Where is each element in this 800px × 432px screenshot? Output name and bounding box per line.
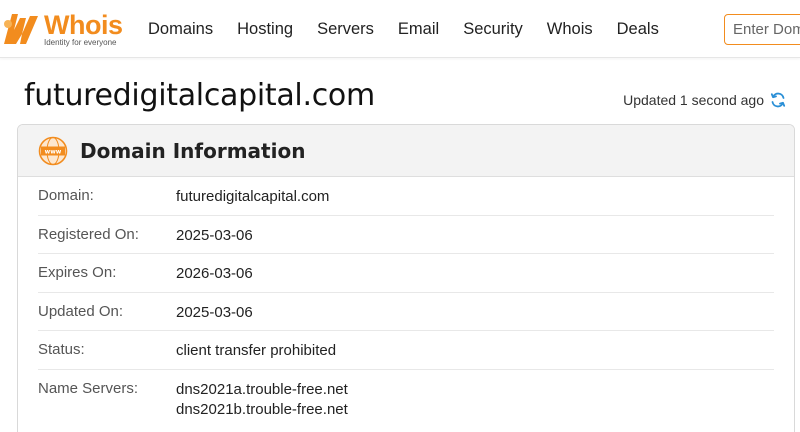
nav-domains[interactable]: Domains <box>148 20 213 39</box>
logo-tagline: Identity for everyone <box>44 38 117 47</box>
nav-security[interactable]: Security <box>463 20 523 39</box>
page-title: futuredigitalcapital.com <box>24 78 375 113</box>
row-label: Domain: <box>38 187 94 204</box>
row-value: futuredigitalcapital.com <box>176 188 330 205</box>
table-row: Expires On: 2026-03-06 <box>38 254 774 293</box>
nav-servers[interactable]: Servers <box>317 20 374 39</box>
whois-logo[interactable]: Whois Identity for everyone <box>0 8 130 50</box>
row-label: Registered On: <box>38 225 139 243</box>
nav-deals[interactable]: Deals <box>617 20 659 39</box>
table-row: Domain: futuredigitalcapital.com <box>38 177 774 216</box>
table-row: Updated On: 2025-03-06 <box>38 293 774 331</box>
main-nav: Domains Hosting Servers Email Security W… <box>136 0 671 58</box>
row-value: 2025-03-06 <box>176 303 253 321</box>
name-servers-list: dns2021a.trouble-free.net dns2021b.troub… <box>176 380 348 420</box>
whois-logo-icon <box>4 14 38 44</box>
nav-email[interactable]: Email <box>398 20 439 39</box>
nav-whois[interactable]: Whois <box>547 20 593 39</box>
logo-wordmark: Whois <box>44 10 123 40</box>
row-value: 2025-03-06 <box>176 226 253 244</box>
site-header: Whois Identity for everyone Domains Host… <box>0 0 800 58</box>
table-row: Status: client transfer prohibited <box>38 331 774 370</box>
domain-info-title: Domain Information <box>80 138 306 163</box>
nav-hosting[interactable]: Hosting <box>237 20 293 39</box>
name-server-link[interactable]: dns2021b.trouble-free.net <box>176 400 348 420</box>
table-row: Registered On: 2025-03-06 <box>38 216 774 254</box>
name-server-link[interactable]: dns2021a.trouble-free.net <box>176 380 348 400</box>
svg-text:www: www <box>45 148 62 155</box>
row-label: Expires On: <box>38 264 117 281</box>
www-globe-icon: www <box>38 136 68 165</box>
domain-info-table: Domain: futuredigitalcapital.com Registe… <box>18 177 794 420</box>
table-row: Name Servers: dns2021a.trouble-free.net … <box>38 370 774 420</box>
row-label: Name Servers: <box>38 379 139 397</box>
updated-status: Updated 1 second ago <box>623 92 786 108</box>
row-value: client transfer prohibited <box>176 342 337 359</box>
updated-text: Updated 1 second ago <box>623 92 764 108</box>
search-input[interactable] <box>724 14 800 45</box>
row-label: Updated On: <box>38 302 124 320</box>
domain-info-header: www Domain Information <box>18 125 794 177</box>
domain-info-card: www Domain Information Domain: futuredig… <box>17 124 795 432</box>
row-value: 2026-03-06 <box>176 265 253 282</box>
refresh-icon[interactable] <box>770 92 786 108</box>
row-label: Status: <box>38 341 85 358</box>
